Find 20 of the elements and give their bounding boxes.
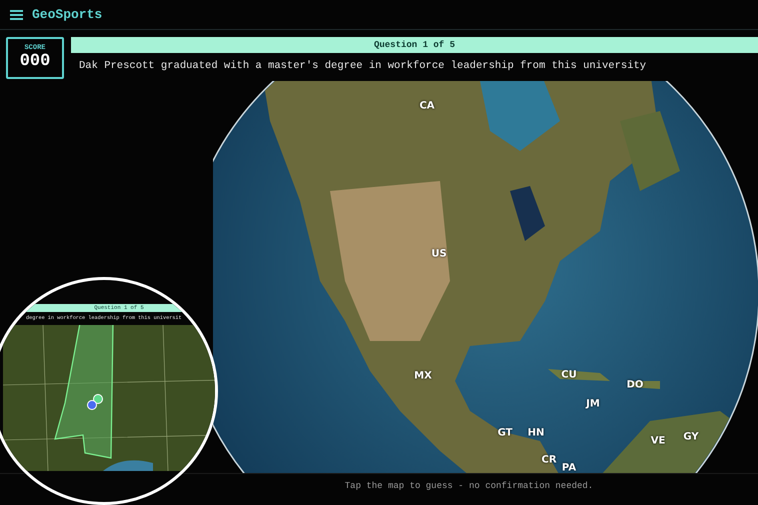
question-counter-banner: Question 1 of 5 bbox=[71, 37, 758, 53]
country-label: HN bbox=[528, 428, 544, 438]
score-value: 000 bbox=[20, 52, 50, 72]
question-text: Dak Prescott graduated with a master's degree in workforce leadership from this university bbox=[78, 59, 648, 72]
country-label: CR bbox=[541, 454, 557, 466]
country-label: CU bbox=[561, 370, 577, 380]
country-label: CA bbox=[419, 100, 435, 112]
globe-drawing[interactable] bbox=[213, 81, 758, 473]
menu-icon[interactable] bbox=[10, 10, 23, 20]
country-label: PA bbox=[562, 462, 576, 474]
hint-text: Tap the map to guess - no confirmation needed. bbox=[344, 481, 594, 491]
country-label: US bbox=[431, 248, 447, 260]
country-label: DO bbox=[626, 380, 644, 390]
country-label: MX bbox=[414, 370, 432, 382]
app-title: GeoSports bbox=[32, 7, 102, 22]
country-label: JM bbox=[586, 398, 600, 410]
country-label: GY bbox=[683, 432, 699, 442]
country-label: VE bbox=[650, 436, 666, 446]
country-label: GT bbox=[498, 428, 512, 438]
state-map-drawing[interactable] bbox=[0, 325, 215, 471]
